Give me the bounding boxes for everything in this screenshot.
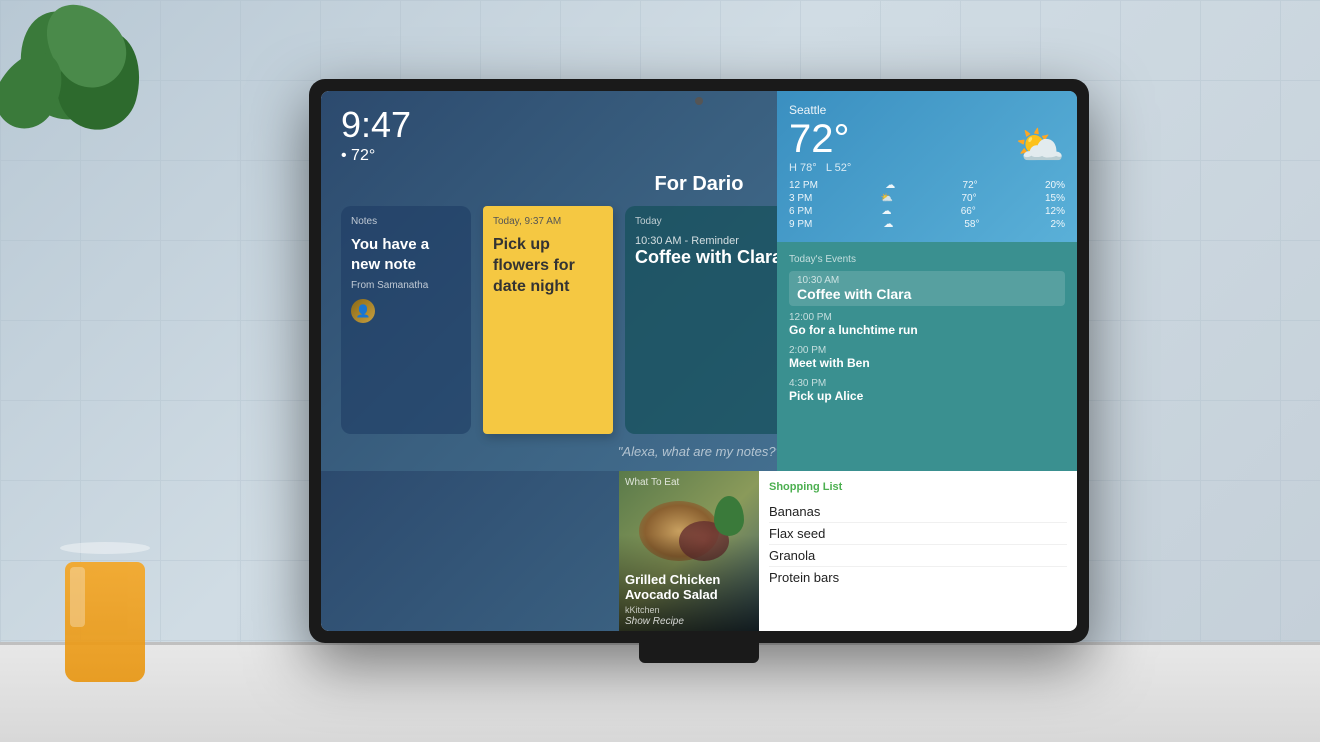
shopping-label: Shopping List — [769, 481, 1067, 493]
events-widget[interactable]: Today's Events 10:30 AMCoffee with Clara… — [777, 242, 1077, 471]
sticky-date: Today, 9:37 AM — [493, 216, 603, 227]
note-title: You have a new note — [351, 235, 461, 274]
event-item: 4:30 PMPick up Alice — [789, 378, 1065, 403]
note-card[interactable]: Notes You have a new note From Samanatha… — [341, 206, 471, 434]
tv-screen: 9:47 • 72° 👤 Hi, Dario For Dari — [321, 91, 1077, 631]
time-weather: 9:47 • 72° — [341, 107, 411, 165]
event-item: 12:00 PMGo for a lunchtime run — [789, 312, 1065, 337]
weather-city: Seattle — [789, 103, 1065, 117]
shopping-item: Granola — [769, 545, 1067, 567]
camera-dot — [695, 97, 703, 105]
food-card[interactable]: What To Eat Grilled Chicken Avocado Sala… — [619, 471, 759, 631]
weather-hourly-row: 6 PM☁66°12% — [789, 206, 1065, 217]
weather-icon: ⛅ — [1015, 122, 1065, 169]
weather-temp-big: 72° — [789, 117, 851, 162]
tv-device: 9:47 • 72° 👤 Hi, Dario For Dari — [309, 79, 1089, 663]
show-recipe-button[interactable]: Show Recipe — [625, 616, 684, 627]
right-panel: Seattle 72° H 78° L 52° ⛅ — [777, 91, 1077, 471]
food-title: Grilled Chicken Avocado Salad — [625, 572, 759, 603]
shopping-item: Protein bars — [769, 567, 1067, 588]
shopping-list: Shopping List BananasFlax seedGranolaPro… — [759, 471, 1077, 631]
weather-hi-lo: H 78° L 52° — [789, 162, 851, 174]
weather-hourly-row: 3 PM⛅70°15% — [789, 193, 1065, 204]
note-label: Notes — [351, 216, 461, 227]
sticky-text: Pick up flowers for date night — [493, 235, 603, 297]
weather-widget[interactable]: Seattle 72° H 78° L 52° ⛅ — [777, 91, 1077, 242]
event-item: 10:30 AMCoffee with Clara — [789, 271, 1065, 306]
shopping-item: Bananas — [769, 501, 1067, 523]
weather-hourly-row: 9 PM☁58°2% — [789, 219, 1065, 230]
scene: 9:47 • 72° 👤 Hi, Dario For Dari — [0, 0, 1320, 742]
temperature-display: • 72° — [341, 147, 411, 165]
sticky-note-card[interactable]: Today, 9:37 AM Pick up flowers for date … — [483, 206, 613, 434]
plant-decoration — [0, 0, 160, 220]
weather-hourly-row: 12 PM☁72°20% — [789, 180, 1065, 191]
juice-glass — [60, 542, 150, 682]
food-label: What To Eat — [625, 477, 679, 488]
events-label: Today's Events — [789, 254, 1065, 265]
event-item: 2:00 PMMeet with Ben — [789, 345, 1065, 370]
food-source: kKitchen — [625, 605, 660, 615]
note-from: From Samanatha — [351, 280, 461, 291]
note-avatar: 👤 — [351, 299, 375, 323]
shopping-item: Flax seed — [769, 523, 1067, 545]
tv-stand — [639, 643, 759, 663]
clock-time: 9:47 — [341, 107, 411, 143]
weather-hourly: 12 PM☁72°20% 3 PM⛅70°15% 6 PM☁66°12% 9 PM☁5… — [789, 180, 1065, 230]
